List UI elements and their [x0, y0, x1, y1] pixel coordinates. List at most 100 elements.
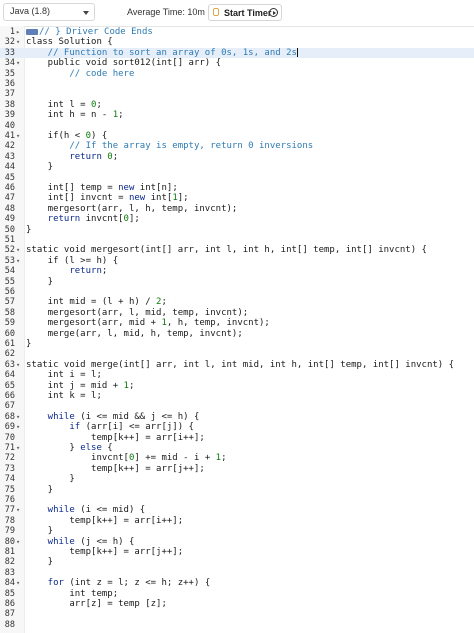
- code-line[interactable]: 62: [0, 349, 474, 359]
- code-line[interactable]: 66 int k = l;: [0, 391, 474, 401]
- fold-expanded-icon[interactable]: ▾: [16, 578, 23, 588]
- code-line[interactable]: 85 int temp;: [0, 589, 474, 599]
- code-line[interactable]: 65 int j = mid + 1;: [0, 381, 474, 391]
- code-token: static void merge(int[] arr, int l, int …: [26, 359, 455, 370]
- line-number: 34: [4, 58, 15, 69]
- code-line[interactable]: 60 merge(arr, l, mid, h, temp, invcnt);: [0, 329, 474, 339]
- code-line[interactable]: 49 return invcnt[0];: [0, 214, 474, 224]
- code-line[interactable]: 70 temp[k++] = arr[i++];: [0, 433, 474, 443]
- line-number: 32: [4, 37, 15, 48]
- folded-code-marker[interactable]: [26, 28, 38, 35]
- code-line[interactable]: 50}: [0, 225, 474, 235]
- code-line[interactable]: 88: [0, 620, 474, 630]
- code-line[interactable]: 47 int[] invcnt = new int[1];: [0, 193, 474, 203]
- code-line[interactable]: 73 temp[k++] = arr[j++];: [0, 464, 474, 474]
- code-token: (i <= mid) {: [74, 505, 146, 516]
- code-line[interactable]: 38 int l = 0;: [0, 100, 474, 110]
- code-token: }: [26, 276, 54, 287]
- fold-expanded-icon[interactable]: ▾: [16, 245, 23, 255]
- code-line[interactable]: 82 }: [0, 557, 474, 567]
- code-line[interactable]: 54 return;: [0, 266, 474, 276]
- code-line[interactable]: 48 mergesort(arr, l, h, temp, invcnt);: [0, 204, 474, 214]
- code-line[interactable]: 44 }: [0, 162, 474, 172]
- code-line[interactable]: 64 int i = l;: [0, 370, 474, 380]
- code-line[interactable]: 34 ▾ public void sort012(int[] arr) {: [0, 58, 474, 68]
- play-icon: [269, 8, 278, 17]
- line-number: 47: [4, 193, 15, 204]
- code-line[interactable]: 35 // code here: [0, 69, 474, 79]
- code-line[interactable]: 58 mergesort(arr, l, mid, temp, invcnt);: [0, 308, 474, 318]
- code-line[interactable]: 69 ▾ if (arr[i] <= arr[j]) {: [0, 422, 474, 432]
- line-number: 71: [4, 443, 15, 453]
- start-timer-label: Start Timer: [224, 8, 272, 18]
- fold-expanded-icon[interactable]: ▾: [16, 505, 23, 515]
- code-line[interactable]: 42 // If the array is empty, return 0 in…: [0, 141, 474, 151]
- fold-expanded-icon[interactable]: ▾: [16, 131, 23, 141]
- start-timer-button[interactable]: Start Timer: [208, 4, 282, 21]
- fold-expanded-icon[interactable]: ▾: [16, 422, 23, 432]
- code-line[interactable]: 84 ▾ for (int z = l; z <= h; z++) {: [0, 578, 474, 588]
- code-line[interactable]: 32 ▾ class Solution {: [0, 37, 474, 47]
- code-line[interactable]: 87: [0, 609, 474, 619]
- fold-expanded-icon[interactable]: ▾: [16, 537, 23, 547]
- code-line[interactable]: 36: [0, 79, 474, 89]
- fold-expanded-icon[interactable]: ▾: [16, 412, 23, 422]
- code-line[interactable]: 71 ▾ } else {: [0, 443, 474, 453]
- code-line[interactable]: 33 // Function to sort an array of 0s, 1…: [0, 47, 474, 59]
- line-number: 74: [4, 474, 15, 485]
- code-line[interactable]: 61}: [0, 339, 474, 349]
- code-line[interactable]: 79 }: [0, 526, 474, 536]
- code-line[interactable]: 40: [0, 121, 474, 131]
- code-line[interactable]: 80 ▾ while (j <= h) {: [0, 537, 474, 547]
- code-line[interactable]: 77 ▾ while (i <= mid) {: [0, 505, 474, 515]
- code-token: }: [26, 557, 54, 568]
- code-text: int k = l;: [26, 391, 102, 401]
- code-line[interactable]: 59 mergesort(arr, mid + 1, h, temp, invc…: [0, 318, 474, 328]
- code-line[interactable]: 81 temp[k++] = arr[j++];: [0, 547, 474, 557]
- code-line[interactable]: 51: [0, 235, 474, 245]
- fold-expanded-icon[interactable]: ▾: [16, 58, 23, 68]
- code-line[interactable]: 56: [0, 287, 474, 297]
- code-token: int l =: [26, 99, 92, 110]
- code-line[interactable]: 86 arr[z] = temp [z];: [0, 599, 474, 609]
- code-line[interactable]: 39 int h = n - 1;: [0, 110, 474, 120]
- code-token: temp[k++] = arr[i++];: [26, 515, 184, 526]
- fold-expanded-icon[interactable]: ▾: [16, 256, 23, 266]
- code-line[interactable]: 75 }: [0, 485, 474, 495]
- code-line[interactable]: 74 }: [0, 474, 474, 484]
- language-select[interactable]: Java (1.8): [3, 3, 95, 21]
- code-token: ] += mid - i +: [134, 453, 216, 464]
- fold-expanded-icon[interactable]: ▾: [16, 443, 23, 453]
- code-line[interactable]: 63 ▾ static void merge(int[] arr, int l, i…: [0, 360, 474, 370]
- code-comment: // code here: [26, 68, 135, 79]
- code-line[interactable]: 83: [0, 568, 474, 578]
- line-number: 1: [9, 27, 15, 37]
- code-line[interactable]: 57 int mid = (l + h) / 2;: [0, 297, 474, 307]
- line-number: 68: [4, 411, 15, 422]
- code-line[interactable]: 72 invcnt[0] += mid - i + 1;: [0, 453, 474, 463]
- fold-expanded-icon[interactable]: ▾: [16, 360, 23, 370]
- code-line[interactable]: 55 }: [0, 277, 474, 287]
- code-line[interactable]: 76: [0, 495, 474, 505]
- code-line[interactable]: 67: [0, 401, 474, 411]
- fold-expanded-icon[interactable]: ▾: [16, 37, 23, 47]
- code-editor[interactable]: 1 ▸// } Driver Code Ends 32 ▾ class Solution…: [0, 26, 474, 633]
- code-line[interactable]: 43 return 0;: [0, 152, 474, 162]
- code-line[interactable]: 37: [0, 89, 474, 99]
- code-token: arr[z] = temp [z];: [26, 599, 167, 609]
- code-line[interactable]: 53 ▾ if (l >= h) {: [0, 256, 474, 266]
- line-number: 80: [4, 536, 15, 547]
- line-number: 49: [4, 214, 15, 225]
- code-line[interactable]: 1 ▸ // } Driver Code Ends: [0, 27, 474, 37]
- code-line[interactable]: 45: [0, 173, 474, 183]
- code-line[interactable]: 41 ▾ if(h < 0) {: [0, 131, 474, 141]
- code-line[interactable]: 68 ▾ while (i <= mid && j <= h) {: [0, 412, 474, 422]
- code-keyword: while: [26, 536, 75, 547]
- code-line[interactable]: 52 ▾ static void mergesort(int[] arr, int …: [0, 245, 474, 255]
- fold-collapsed-icon[interactable]: ▸: [16, 27, 23, 37]
- average-time-label: Average Time: 10m: [127, 7, 205, 17]
- code-line[interactable]: 78 temp[k++] = arr[i++];: [0, 516, 474, 526]
- line-number: 59: [4, 318, 15, 329]
- line-number: 85: [4, 588, 15, 599]
- code-line[interactable]: 46 int[] temp = new int[n];: [0, 183, 474, 193]
